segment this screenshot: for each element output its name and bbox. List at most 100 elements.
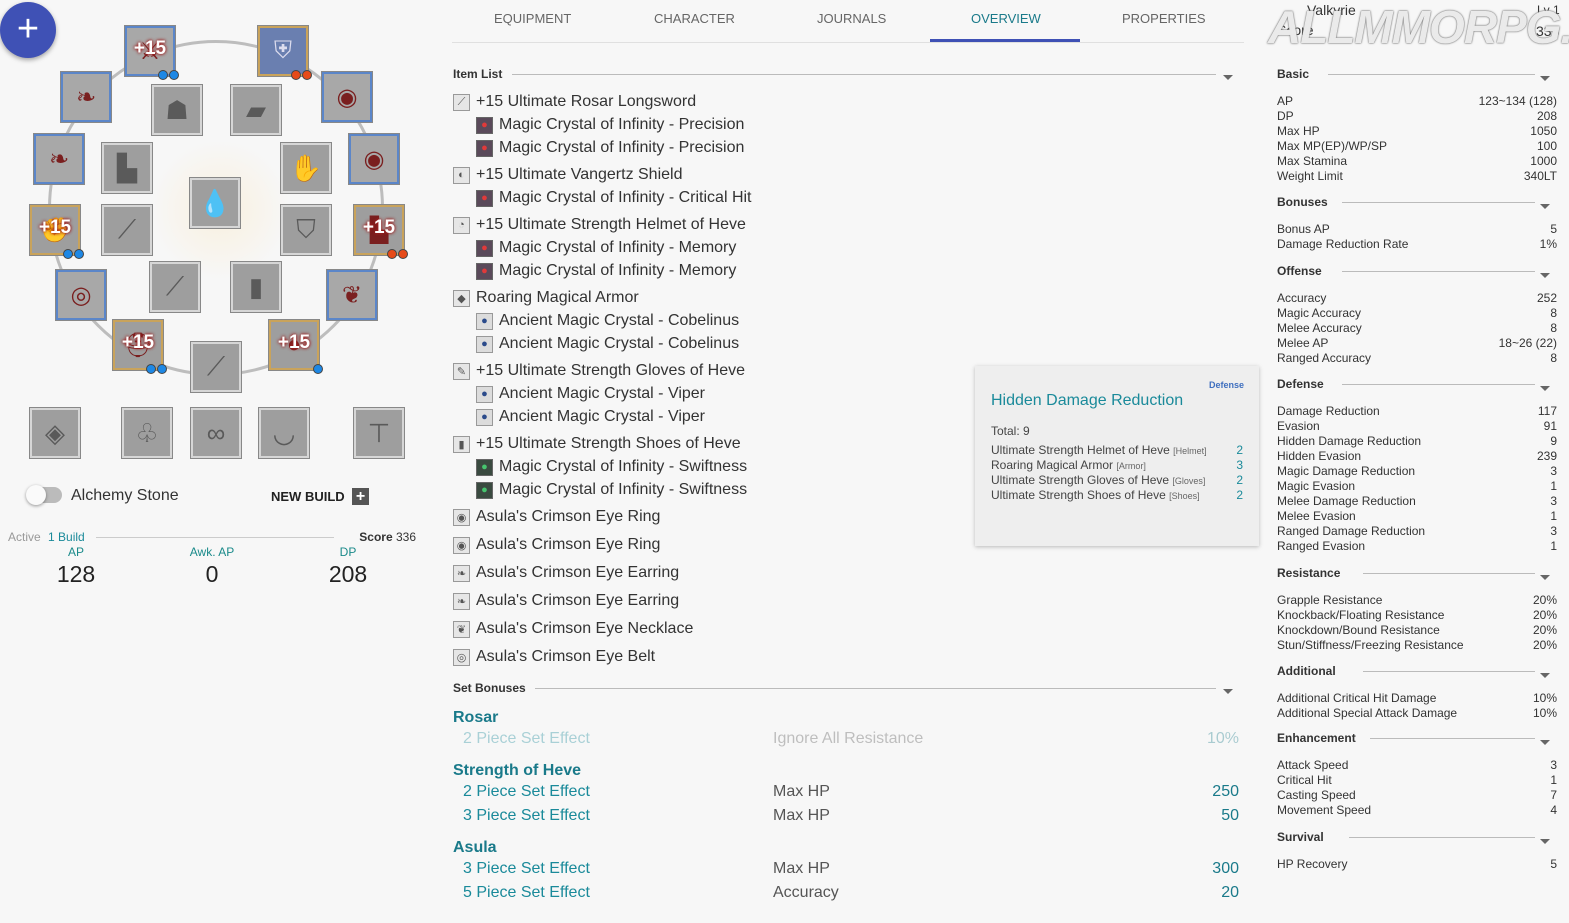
slot-awakening-weapon[interactable]: ⟋ xyxy=(191,342,241,392)
stat-label: Additional Special Attack Damage xyxy=(1277,706,1458,720)
stat-row: Max Stamina 1000 xyxy=(1277,154,1557,168)
alchemy-stone-toggle[interactable] xyxy=(26,485,62,505)
vest-outline-icon: ▮ xyxy=(248,271,264,302)
crystal-sockets xyxy=(313,364,323,374)
stat-label: Magic Damage Reduction xyxy=(1277,464,1416,478)
collapse-offense-icon[interactable] xyxy=(1540,273,1550,278)
slot-costume-shield[interactable]: ⛉ xyxy=(281,205,331,255)
slot-costume-gloves[interactable]: ✋ xyxy=(281,143,331,193)
pickaxe-icon: ⊤ xyxy=(367,417,391,448)
crystal-row[interactable]: ● Ancient Magic Crystal - Viper xyxy=(476,408,705,426)
new-build-plus-icon[interactable]: + xyxy=(352,488,369,505)
blade-outline-icon: ⟋ xyxy=(206,351,226,381)
crystal-row[interactable]: ● Ancient Magic Crystal - Viper xyxy=(476,385,705,403)
slot-earring-2[interactable]: ❧ xyxy=(34,134,84,184)
ring-icon: ◉ xyxy=(336,83,358,111)
crystal-row[interactable]: ● Ancient Magic Crystal - Cobelinus xyxy=(476,312,739,330)
accessory-row[interactable]: ◎ Asula's Crimson Eye Belt xyxy=(453,648,655,666)
slot-tool[interactable]: ♧ xyxy=(122,408,172,458)
stat-row: Grapple Resistance 20% xyxy=(1277,593,1557,607)
slot-costume-armor[interactable]: ▰ xyxy=(231,85,281,135)
item-name: +15 Ultimate Strength Shoes of Heve xyxy=(476,435,741,452)
item-list-heading: Item List xyxy=(453,67,503,81)
crystal-row[interactable]: ● Ancient Magic Crystal - Cobelinus xyxy=(476,335,739,353)
slot-belt[interactable]: ◎ xyxy=(56,270,106,320)
slot-costume-mask[interactable]: ◡ xyxy=(259,408,309,458)
stat-label: Evasion xyxy=(1277,419,1320,433)
crystal-row[interactable]: ● Magic Crystal of Infinity - Memory xyxy=(476,239,736,257)
slot-costume-shoes[interactable]: ▙ xyxy=(102,143,152,193)
slot-gloves[interactable]: ✊ +15 xyxy=(30,205,84,259)
accessory-row[interactable]: ◉ Asula's Crimson Eye Ring xyxy=(453,508,660,526)
slot-main-weapon[interactable]: ⚔ +15 xyxy=(125,26,179,80)
stat-value: 1 xyxy=(1550,539,1557,553)
item-list-collapse-icon[interactable] xyxy=(1223,75,1233,80)
crystal-row[interactable]: ● Magic Crystal of Infinity - Swiftness xyxy=(476,481,747,499)
collapse-resistance-icon[interactable] xyxy=(1540,575,1550,580)
accessory-row[interactable]: ❧ Asula's Crimson Eye Earring xyxy=(453,564,679,582)
collapse-basic-icon[interactable] xyxy=(1540,76,1550,81)
tab-bar: EQUIPMENT CHARACTER JOURNALS OVERVIEW PR… xyxy=(452,0,1244,43)
stat-label: Melee Damage Reduction xyxy=(1277,494,1416,508)
stat-label: Grapple Resistance xyxy=(1277,593,1383,607)
slot-necklace[interactable]: ❦ xyxy=(327,270,377,320)
slot-ring-2[interactable]: ◉ xyxy=(349,134,399,184)
slot-shoes[interactable]: ▙ +15 xyxy=(354,205,408,259)
crystal-icon: ● xyxy=(476,458,493,476)
tooltip-row: Ultimate Strength Helmet of Heve [Helmet… xyxy=(991,443,1243,457)
add-fab-button[interactable]: + xyxy=(0,2,56,58)
crystal-row[interactable]: ● Magic Crystal of Infinity - Critical Hi… xyxy=(476,189,752,207)
item-icon: ◐ xyxy=(453,166,470,184)
collapse-survival-icon[interactable] xyxy=(1540,839,1550,844)
divider xyxy=(1328,74,1535,75)
build-count-link[interactable]: 1 Build xyxy=(48,530,85,544)
tab-properties[interactable]: PROPERTIES xyxy=(1122,11,1206,26)
crystal-row[interactable]: ● Magic Crystal of Infinity - Precision xyxy=(476,139,744,157)
divider xyxy=(1349,837,1535,838)
item-row[interactable]: ◆ Roaring Magical Armor xyxy=(453,289,639,307)
crystal-row[interactable]: ● Magic Crystal of Infinity - Swiftness xyxy=(476,458,747,476)
knife-outline-icon: ⟋ xyxy=(165,271,185,301)
tab-journals[interactable]: JOURNALS xyxy=(817,11,886,26)
set-effect-piece: 2 Piece Set Effect xyxy=(463,730,590,747)
item-row[interactable]: ✎ +15 Ultimate Strength Gloves of Heve xyxy=(453,362,745,380)
collapse-bonuses-icon[interactable] xyxy=(1540,204,1550,209)
item-row[interactable]: ⟋ +15 Ultimate Rosar Longsword xyxy=(453,93,696,111)
slot-gathering-tool[interactable]: ⊤ xyxy=(354,408,404,458)
slot-ring-1[interactable]: ◉ xyxy=(322,72,372,122)
item-row[interactable]: ◔ +15 Ultimate Strength Helmet of Heve xyxy=(453,216,746,234)
slot-helmet[interactable]: ⛑ +15 xyxy=(113,320,167,374)
stat-label: Attack Speed xyxy=(1277,758,1349,772)
slot-costume-helmet[interactable]: ☗ xyxy=(152,85,202,135)
item-row[interactable]: ◐ +15 Ultimate Vangertz Shield xyxy=(453,166,682,184)
crystal-row[interactable]: ● Magic Crystal of Infinity - Precision xyxy=(476,116,744,134)
accessory-row[interactable]: ◉ Asula's Crimson Eye Ring xyxy=(453,536,660,554)
slot-alchemy-stone[interactable]: ◈ xyxy=(30,408,80,458)
collapse-enhancement-icon[interactable] xyxy=(1540,740,1550,745)
slot-costume-glasses[interactable]: ∞ xyxy=(191,408,241,458)
stat-value: 3 xyxy=(1550,758,1557,772)
collapse-defense-icon[interactable] xyxy=(1540,386,1550,391)
new-build-button[interactable]: NEW BUILD xyxy=(271,489,345,504)
accessory-row[interactable]: ❧ Asula's Crimson Eye Earring xyxy=(453,592,679,610)
stat-row: Accuracy 252 xyxy=(1277,291,1557,305)
crystal-name: Magic Crystal of Infinity - Critical Hit xyxy=(499,189,752,206)
slot-costume-underwear[interactable]: ▮ xyxy=(231,262,281,312)
accessory-row[interactable]: ❦ Asula's Crimson Eye Necklace xyxy=(453,620,693,638)
slot-costume-sub-weapon[interactable]: ⟋ xyxy=(150,262,200,312)
slot-armor[interactable]: ⛨ xyxy=(258,26,312,80)
crystal-row[interactable]: ● Magic Crystal of Infinity - Memory xyxy=(476,262,736,280)
item-name: Roaring Magical Armor xyxy=(476,289,639,306)
collapse-additional-icon[interactable] xyxy=(1540,673,1550,678)
tab-overview[interactable]: OVERVIEW xyxy=(971,11,1041,26)
item-row[interactable]: ▮ +15 Ultimate Strength Shoes of Heve xyxy=(453,435,741,453)
tab-character[interactable]: CHARACTER xyxy=(654,11,735,26)
set-bonuses-collapse-icon[interactable] xyxy=(1223,689,1233,694)
slot-costume-weapon[interactable]: ⟋ xyxy=(102,205,152,255)
tab-equipment[interactable]: EQUIPMENT xyxy=(494,11,571,26)
slot-earring-1[interactable]: ❧ xyxy=(61,72,111,122)
equipment-panel: + ⚔ +15 ⛨ ❧ ☗ ▰ ◉ ❧ ▙ ✋ ◉ 💧 ✊ +15 ⟋ ⛉ ▙ … xyxy=(0,0,430,923)
slot-sub-weapon[interactable]: ● +15 xyxy=(269,320,323,374)
stat-row: Bonus AP 5 xyxy=(1277,222,1557,236)
slot-lightstone[interactable]: 💧 xyxy=(190,178,240,228)
